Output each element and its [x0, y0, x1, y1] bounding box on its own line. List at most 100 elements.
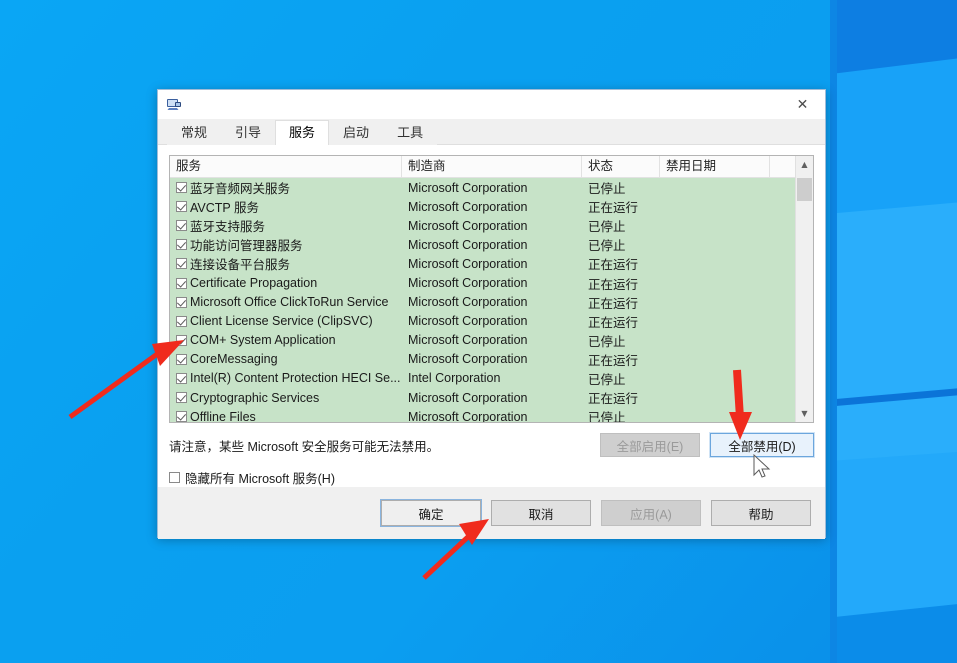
table-row[interactable]: Microsoft Office ClickToRun Service Micro…: [170, 293, 813, 312]
service-name-label: 蓝牙支持服务: [190, 220, 266, 235]
apply-button[interactable]: 应用(A): [601, 500, 701, 526]
ok-button[interactable]: 确定: [380, 499, 482, 527]
manufacturer-cell: Microsoft Corporation: [408, 314, 528, 329]
service-name-label: Client License Service (ClipSVC): [190, 314, 373, 329]
services-panel: 服务 制造商 状态 禁用日期 蓝牙音频网关服务 Microsoft Corpora…: [158, 145, 825, 487]
manufacturer-cell: Microsoft Corporation: [408, 409, 528, 422]
status-cell: 已停止: [588, 372, 626, 387]
hide-microsoft-services-label: 隐藏所有 Microsoft 服务(H): [185, 472, 336, 486]
service-name-label: 连接设备平台服务: [190, 258, 291, 273]
service-name-label: Microsoft Office ClickToRun Service: [190, 295, 389, 310]
service-name-cell: CoreMessaging: [170, 352, 402, 366]
table-row[interactable]: 蓝牙音频网关服务 Microsoft Corporation 已停止: [170, 178, 813, 197]
status-cell: 正在运行: [588, 353, 639, 368]
service-enabled-checkbox[interactable]: [176, 353, 187, 365]
close-icon[interactable]: ✕: [780, 90, 825, 119]
table-row[interactable]: Intel(R) Content Protection HECI Se... In…: [170, 369, 813, 388]
service-name-cell: AVCTP 服务: [170, 197, 402, 216]
status-cell: 正在运行: [588, 201, 639, 216]
service-name-cell: 蓝牙支持服务: [170, 216, 402, 235]
service-enabled-checkbox[interactable]: [176, 182, 187, 194]
service-name-label: 功能访问管理器服务: [190, 239, 303, 254]
service-enabled-checkbox[interactable]: [176, 239, 187, 251]
table-row[interactable]: CoreMessaging Microsoft Corporation 正在运行: [170, 350, 813, 369]
table-row[interactable]: Client License Service (ClipSVC) Microsof…: [170, 312, 813, 331]
service-name-label: AVCTP 服务: [190, 201, 259, 216]
listview-scrollbar[interactable]: ▲ ▼: [795, 156, 813, 422]
column-header-service[interactable]: 服务: [170, 156, 402, 177]
manufacturer-cell: Microsoft Corporation: [408, 333, 528, 348]
disable-all-button[interactable]: 全部禁用(D): [709, 432, 815, 458]
service-name-cell: Intel(R) Content Protection HECI Se...: [170, 371, 402, 385]
service-enabled-checkbox[interactable]: [176, 411, 187, 422]
service-name-cell: Client License Service (ClipSVC): [170, 314, 402, 328]
service-enabled-checkbox[interactable]: [176, 296, 187, 308]
service-enabled-checkbox[interactable]: [176, 277, 187, 289]
service-enabled-checkbox[interactable]: [176, 201, 187, 213]
service-name-cell: Microsoft Office ClickToRun Service: [170, 295, 402, 309]
tab-services[interactable]: 服务: [275, 120, 330, 145]
scroll-up-icon[interactable]: ▲: [796, 156, 813, 173]
manufacturer-cell: Intel Corporation: [408, 371, 501, 386]
dialog-footer: 确定 取消 应用(A) 帮助: [158, 487, 825, 539]
service-enabled-checkbox[interactable]: [176, 258, 187, 270]
cancel-button[interactable]: 取消: [491, 500, 591, 526]
status-cell: 正在运行: [588, 315, 639, 330]
hide-microsoft-services-row[interactable]: 隐藏所有 Microsoft 服务(H): [169, 468, 814, 487]
tab-strip: 常规 引导 服务 启动 工具: [158, 119, 825, 145]
tab-general[interactable]: 常规: [167, 120, 222, 145]
service-name-cell: Offline Files: [170, 410, 402, 422]
scrollbar-thumb[interactable]: [797, 178, 812, 201]
column-header-status[interactable]: 状态: [582, 156, 660, 177]
tab-startup[interactable]: 启动: [329, 120, 384, 145]
service-name-label: Offline Files: [190, 409, 256, 422]
help-button[interactable]: 帮助: [711, 500, 811, 526]
column-header-disable-date[interactable]: 禁用日期: [660, 156, 770, 177]
scroll-down-icon[interactable]: ▼: [796, 405, 813, 422]
service-enabled-checkbox[interactable]: [176, 334, 187, 346]
table-row[interactable]: AVCTP 服务 Microsoft Corporation 正在运行: [170, 197, 813, 216]
status-cell: 正在运行: [588, 392, 639, 407]
wallpaper-mullion-vertical: [830, 0, 837, 663]
table-row[interactable]: 连接设备平台服务 Microsoft Corporation 正在运行: [170, 254, 813, 273]
service-enabled-checkbox[interactable]: [176, 315, 187, 327]
table-row[interactable]: 功能访问管理器服务 Microsoft Corporation 已停止: [170, 235, 813, 254]
service-name-cell: Certificate Propagation: [170, 276, 402, 290]
table-row[interactable]: Certificate Propagation Microsoft Corpora…: [170, 273, 813, 292]
listview-body[interactable]: 蓝牙音频网关服务 Microsoft Corporation 已停止 AVCTP 服务…: [170, 178, 813, 422]
services-listview[interactable]: 服务 制造商 状态 禁用日期 蓝牙音频网关服务 Microsoft Corpora…: [169, 155, 814, 423]
service-enabled-checkbox[interactable]: [176, 372, 187, 384]
table-row[interactable]: Offline Files Microsoft Corporation 已停止: [170, 407, 813, 422]
status-cell: 已停止: [588, 334, 626, 349]
listview-header: 服务 制造商 状态 禁用日期: [170, 156, 813, 178]
service-enabled-checkbox[interactable]: [176, 220, 187, 232]
tab-boot[interactable]: 引导: [221, 120, 276, 145]
wallpaper-pane-middle: [836, 186, 957, 464]
status-cell: 正在运行: [588, 277, 639, 292]
service-name-cell: 功能访问管理器服务: [170, 235, 402, 254]
manufacturer-cell: Microsoft Corporation: [408, 352, 528, 367]
tab-tools[interactable]: 工具: [383, 120, 438, 145]
hide-microsoft-services-checkbox[interactable]: [169, 472, 180, 483]
service-name-label: COM+ System Application: [190, 333, 336, 348]
status-cell: 正在运行: [588, 258, 639, 273]
table-row[interactable]: Cryptographic Services Microsoft Corporat…: [170, 388, 813, 407]
notice-row: 请注意，某些 Microsoft 安全服务可能无法禁用。 全部启用(E) 全部禁…: [169, 432, 815, 458]
service-name-label: Certificate Propagation: [190, 276, 318, 291]
service-name-cell: 连接设备平台服务: [170, 254, 402, 273]
table-row[interactable]: 蓝牙支持服务 Microsoft Corporation 已停止: [170, 216, 813, 235]
manufacturer-cell: Microsoft Corporation: [408, 295, 528, 310]
column-header-manufacturer[interactable]: 制造商: [402, 156, 582, 177]
security-notice-text: 请注意，某些 Microsoft 安全服务可能无法禁用。: [169, 439, 440, 454]
manufacturer-cell: Microsoft Corporation: [408, 237, 528, 252]
service-enabled-checkbox[interactable]: [176, 392, 187, 404]
title-bar: ✕: [158, 90, 825, 119]
status-cell: 已停止: [588, 220, 626, 235]
status-cell: 正在运行: [588, 296, 639, 311]
enable-all-button[interactable]: 全部启用(E): [600, 433, 700, 457]
status-cell: 已停止: [588, 182, 626, 197]
service-name-cell: COM+ System Application: [170, 333, 402, 347]
service-name-label: Cryptographic Services: [190, 390, 320, 405]
status-cell: 已停止: [588, 411, 626, 422]
table-row[interactable]: COM+ System Application Microsoft Corpora…: [170, 331, 813, 350]
